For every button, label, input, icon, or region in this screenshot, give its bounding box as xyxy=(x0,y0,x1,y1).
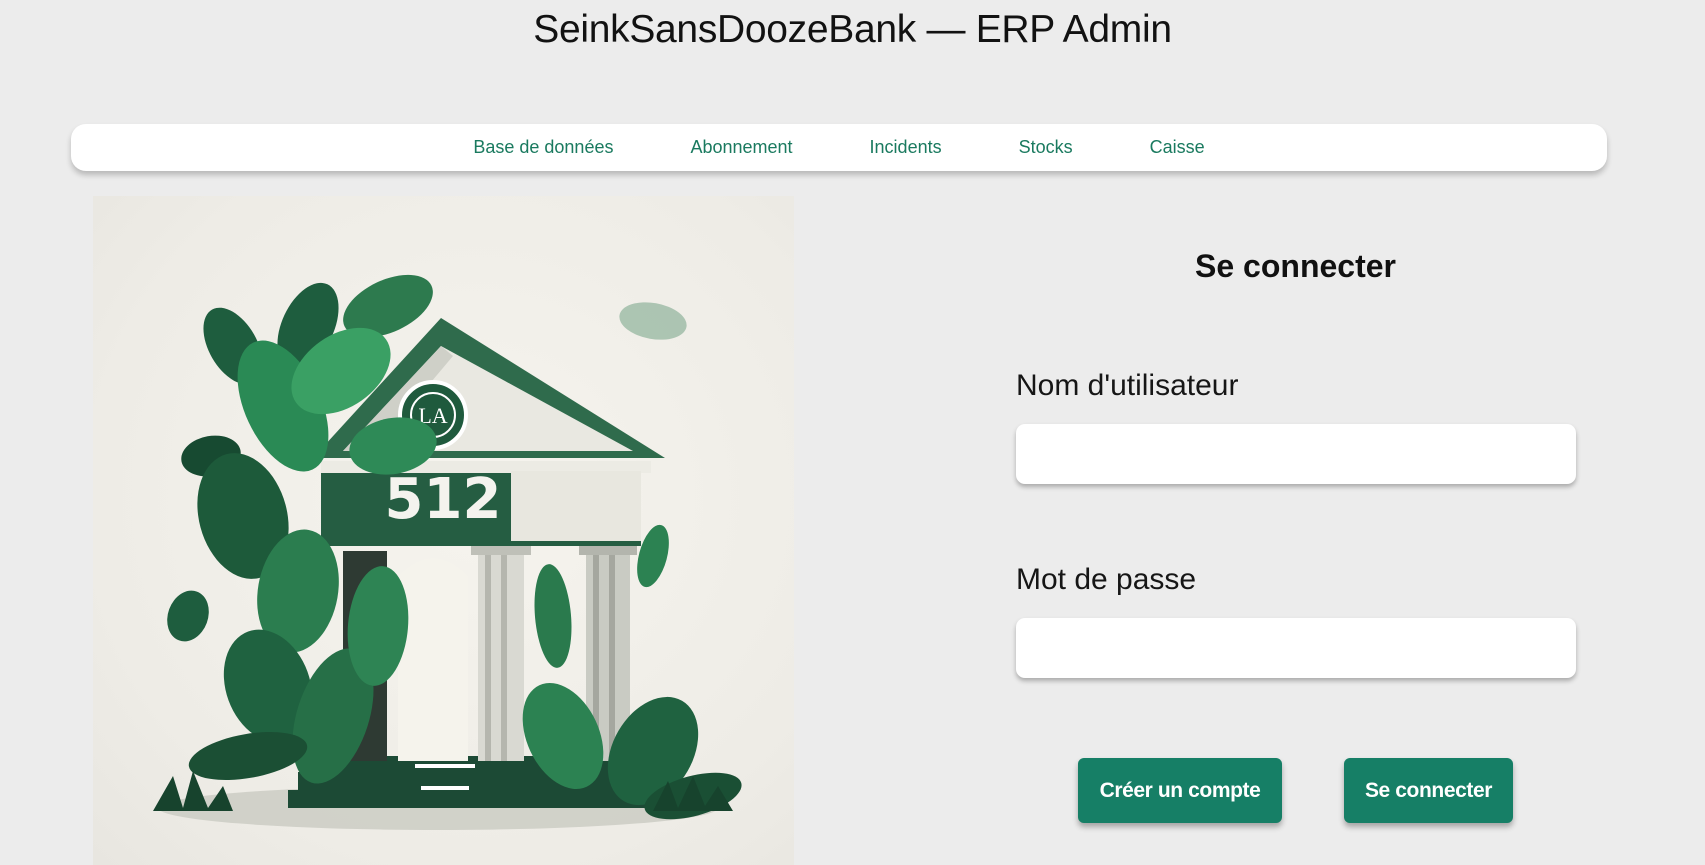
hero-bank-illustration: LA 512 xyxy=(93,196,794,865)
username-field[interactable] xyxy=(1016,424,1576,484)
create-account-button[interactable]: Créer un compte xyxy=(1078,758,1282,823)
doorway xyxy=(398,558,468,761)
main-navbar: Base de données Abonnement Incidents Sto… xyxy=(71,124,1607,171)
nav-link-cash-register[interactable]: Caisse xyxy=(1150,137,1205,158)
login-button[interactable]: Se connecter xyxy=(1344,758,1513,823)
password-field[interactable] xyxy=(1016,618,1576,678)
login-title: Se connecter xyxy=(1195,248,1396,284)
nav-link-database[interactable]: Base de données xyxy=(473,137,613,158)
nav-link-incidents[interactable]: Incidents xyxy=(870,137,942,158)
password-label: Mot de passe xyxy=(1016,563,1197,596)
building-number: 512 xyxy=(385,467,502,532)
app-title: SeinkSansDoozeBank — ERP Admin xyxy=(533,8,1172,51)
nav-link-subscription[interactable]: Abonnement xyxy=(690,137,792,158)
nav-link-stocks[interactable]: Stocks xyxy=(1019,137,1073,158)
username-label: Nom d'utilisateur xyxy=(1016,369,1239,402)
